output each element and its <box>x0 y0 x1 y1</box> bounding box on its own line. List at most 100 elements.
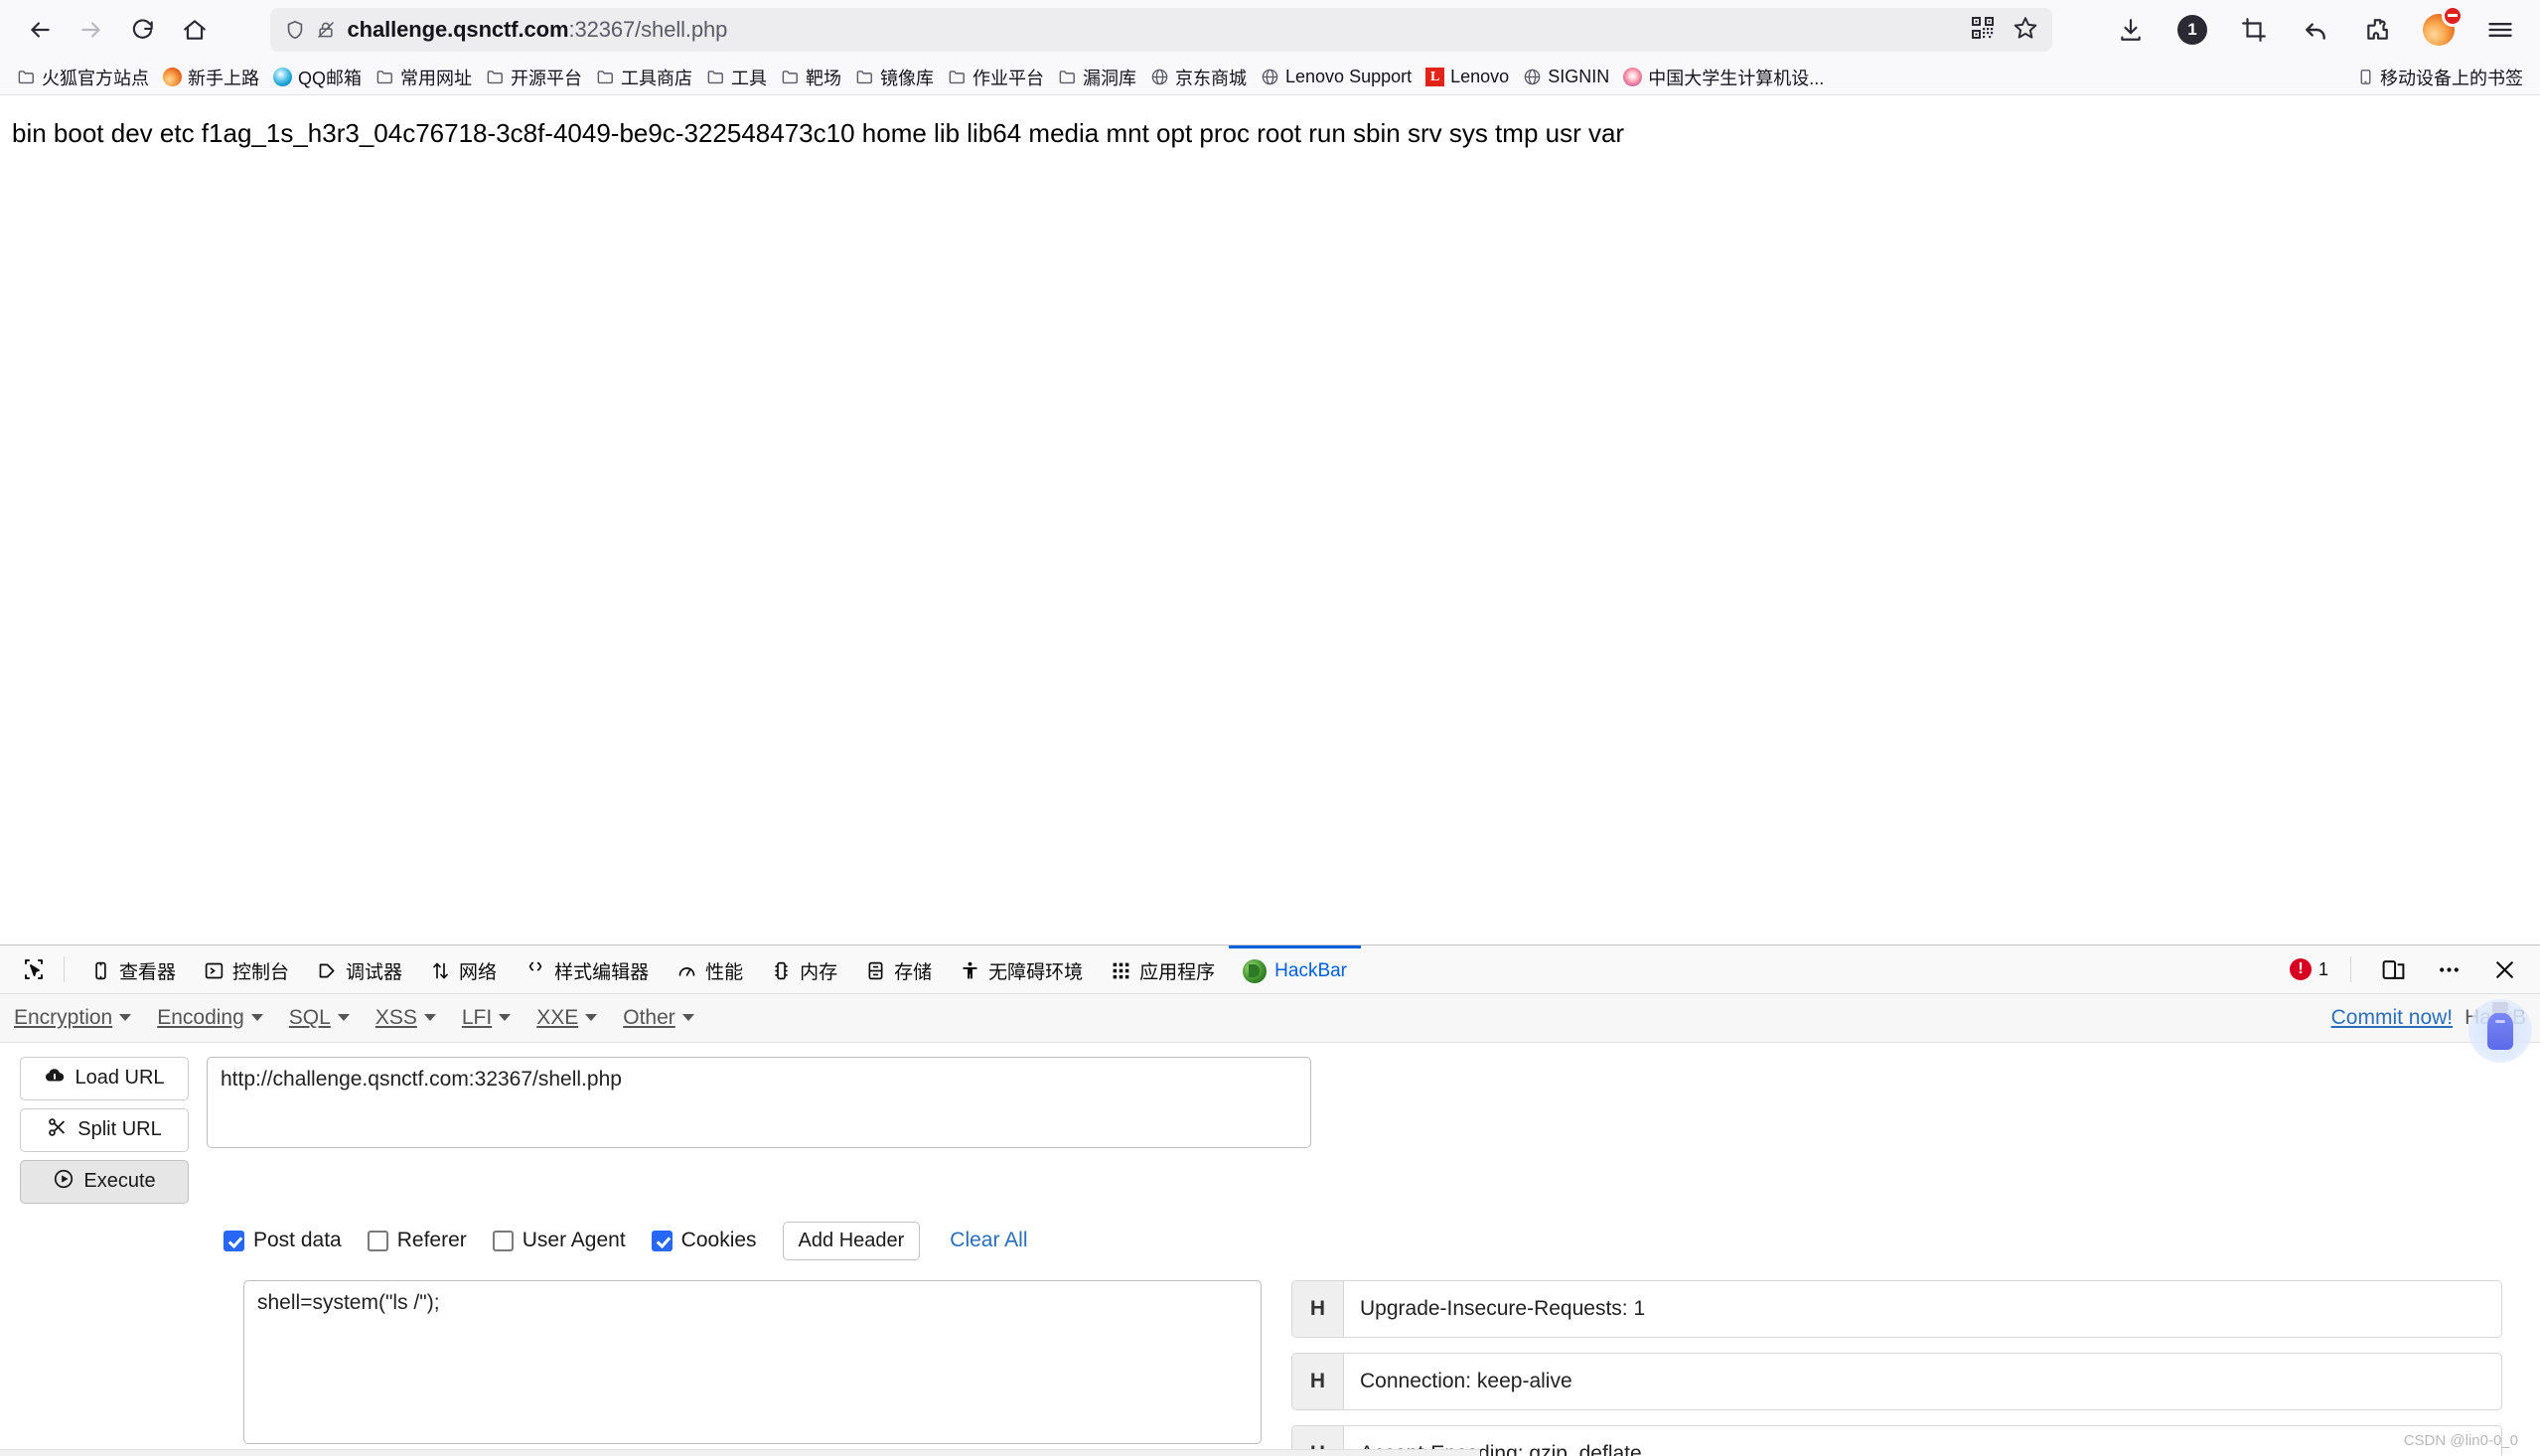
hackbar-menu-xxe[interactable]: XXE <box>536 1006 597 1030</box>
devtools-tab-调试器[interactable]: 调试器 <box>303 946 416 993</box>
bookmark-item[interactable]: 靶场 <box>774 62 848 93</box>
devtools-tab-应用程序[interactable]: 应用程序 <box>1097 946 1229 993</box>
header-row[interactable]: HConnection: keep-alive <box>1291 1353 2502 1410</box>
inspector-icon <box>90 960 111 981</box>
load-url-button[interactable]: Load URL <box>20 1057 189 1100</box>
devtools-tab-查看器[interactable]: 查看器 <box>76 946 190 993</box>
mobile-bookmarks-label: 移动设备上的书签 <box>2380 65 2523 90</box>
accessibility-icon <box>960 960 980 981</box>
add-header-button[interactable]: Add Header <box>783 1222 921 1260</box>
bookmark-item[interactable]: 中国大学生计算机设... <box>1616 62 1831 93</box>
bookmark-label: 工具 <box>731 65 767 90</box>
header-value[interactable]: Accept-Encoding: gzip, deflate <box>1344 1426 2501 1456</box>
downloads-icon[interactable] <box>2111 10 2151 50</box>
more-options-icon[interactable] <box>2429 949 2468 989</box>
bookmark-label: 开源平台 <box>511 65 582 90</box>
bookmark-label: 常用网址 <box>400 65 472 90</box>
devtools-tab-无障碍环境[interactable]: 无障碍环境 <box>946 946 1097 993</box>
execute-icon <box>53 1168 75 1196</box>
bookmark-item[interactable]: QQ邮箱 <box>266 62 369 93</box>
urlbar-container: challenge.qsnctf.com:32367/shell.php <box>221 8 2101 52</box>
undo-arrow-icon[interactable] <box>2296 10 2335 50</box>
chevron-down-icon <box>119 1014 131 1021</box>
mobile-bookmarks-item[interactable]: 移动设备上的书签 <box>2350 62 2530 93</box>
clear-all-link[interactable]: Clear All <box>950 1229 1027 1252</box>
devtools-tab-hackbar[interactable]: HackBar <box>1229 946 1361 993</box>
bookmark-label: Lenovo <box>1450 67 1509 87</box>
devtools-right-controls: ! 1 <box>2290 946 2540 993</box>
bookmark-item[interactable]: 开源平台 <box>479 62 589 93</box>
bookmark-item[interactable]: 工具 <box>699 62 774 93</box>
header-value[interactable]: Connection: keep-alive <box>1344 1354 2501 1409</box>
bookmark-item[interactable]: 镜像库 <box>848 62 941 93</box>
qr-code-icon[interactable] <box>1971 16 1995 45</box>
checkbox-box[interactable] <box>368 1231 388 1251</box>
devtools-tab-控制台[interactable]: 控制台 <box>190 946 303 993</box>
checkbox-box[interactable] <box>224 1231 244 1251</box>
checkbox-referer[interactable]: Referer <box>368 1229 467 1252</box>
bookmark-item[interactable]: 火狐官方站点 <box>10 62 156 93</box>
back-arrow-icon[interactable] <box>14 4 66 56</box>
extensions-puzzle-icon[interactable] <box>2357 10 2397 50</box>
hackbar-menu-encoding[interactable]: Encoding <box>157 1006 263 1030</box>
checkbox-post-data[interactable]: Post data <box>224 1229 342 1252</box>
profile-avatar[interactable] <box>2419 10 2459 50</box>
hackbar-menu-lfi[interactable]: LFI <box>462 1006 511 1030</box>
address-bar[interactable]: challenge.qsnctf.com:32367/shell.php <box>270 8 2052 52</box>
bookmark-item[interactable]: SIGNIN <box>1516 64 1616 90</box>
devtools-tab-样式编辑器[interactable]: 样式编辑器 <box>511 946 663 993</box>
hackbar-menu-other[interactable]: Other <box>623 1006 694 1030</box>
folder-icon <box>17 68 36 86</box>
bookmark-star-icon[interactable] <box>2013 15 2038 46</box>
hackbar-menu-xss[interactable]: XSS <box>375 1006 436 1030</box>
checkbox-cookies[interactable]: Cookies <box>652 1229 757 1252</box>
checkbox-box[interactable] <box>652 1231 672 1251</box>
checkbox-user-agent[interactable]: User Agent <box>493 1229 626 1252</box>
home-icon[interactable] <box>169 4 221 56</box>
execute-button[interactable]: Execute <box>20 1160 189 1204</box>
hackbar-menu-label: Other <box>623 1006 675 1030</box>
bookmark-item[interactable]: 漏洞库 <box>1051 62 1143 93</box>
bookmark-item[interactable]: 京东商城 <box>1143 62 1254 93</box>
devtools-tab-存储[interactable]: 存储 <box>851 946 946 993</box>
checkbox-box[interactable] <box>493 1231 514 1251</box>
reload-icon[interactable] <box>117 4 169 56</box>
chevron-down-icon <box>499 1014 511 1021</box>
split-url-button[interactable]: Split URL <box>20 1108 189 1152</box>
forward-arrow-icon[interactable] <box>66 4 117 56</box>
checkbox-label: Cookies <box>681 1229 757 1252</box>
error-count-badge[interactable]: ! 1 <box>2290 958 2328 980</box>
bookmark-item[interactable]: Lenovo Support <box>1254 64 1419 90</box>
broken-lock-icon[interactable] <box>316 18 336 42</box>
hackbar-menu-sql[interactable]: SQL <box>289 1006 350 1030</box>
hackbar-panel: Encryption Encoding SQL XSS LFI XXE Other Comm… <box>0 994 2540 1456</box>
bookmark-item[interactable]: 作业平台 <box>941 62 1051 93</box>
bookmark-item[interactable]: 常用网址 <box>369 62 479 93</box>
devtools-tab-内存[interactable]: 内存 <box>757 946 851 993</box>
screenshot-crop-icon[interactable] <box>2234 10 2274 50</box>
close-devtools-icon[interactable] <box>2484 949 2524 989</box>
header-value[interactable]: Upgrade-Insecure-Requests: 1 <box>1344 1281 2501 1337</box>
url-path: :32367/shell.php <box>568 17 727 42</box>
commit-now-link[interactable]: Commit now! <box>2331 1006 2454 1030</box>
bookmark-label: 作业平台 <box>972 65 1044 90</box>
url-text[interactable]: challenge.qsnctf.com:32367/shell.php <box>348 17 1961 43</box>
element-picker-icon[interactable] <box>14 949 54 989</box>
hackbar-menu-label: LFI <box>462 1006 492 1030</box>
load-url-label: Load URL <box>75 1067 164 1090</box>
devtools-tab-性能[interactable]: 性能 <box>663 946 757 993</box>
devtools-tab-网络[interactable]: 网络 <box>416 946 511 993</box>
post-data-textarea[interactable] <box>243 1280 1262 1444</box>
horizontal-scrollbar[interactable] <box>0 1449 1480 1456</box>
bookmark-label: 京东商城 <box>1175 65 1247 90</box>
responsive-design-mode-icon[interactable] <box>2373 949 2413 989</box>
hackbar-menu-encryption[interactable]: Encryption <box>14 1006 131 1030</box>
bookmark-item[interactable]: LLenovo <box>1419 64 1516 90</box>
header-row[interactable]: HUpgrade-Insecure-Requests: 1 <box>1291 1280 2502 1338</box>
app-menu-icon[interactable] <box>2480 10 2520 50</box>
url-textarea[interactable] <box>207 1057 1311 1148</box>
container-count-badge[interactable]: 1 <box>2172 10 2212 50</box>
bookmark-item[interactable]: 工具商店 <box>589 62 699 93</box>
bookmark-item[interactable]: 新手上路 <box>156 62 266 93</box>
tracking-shield-icon[interactable] <box>284 18 306 42</box>
